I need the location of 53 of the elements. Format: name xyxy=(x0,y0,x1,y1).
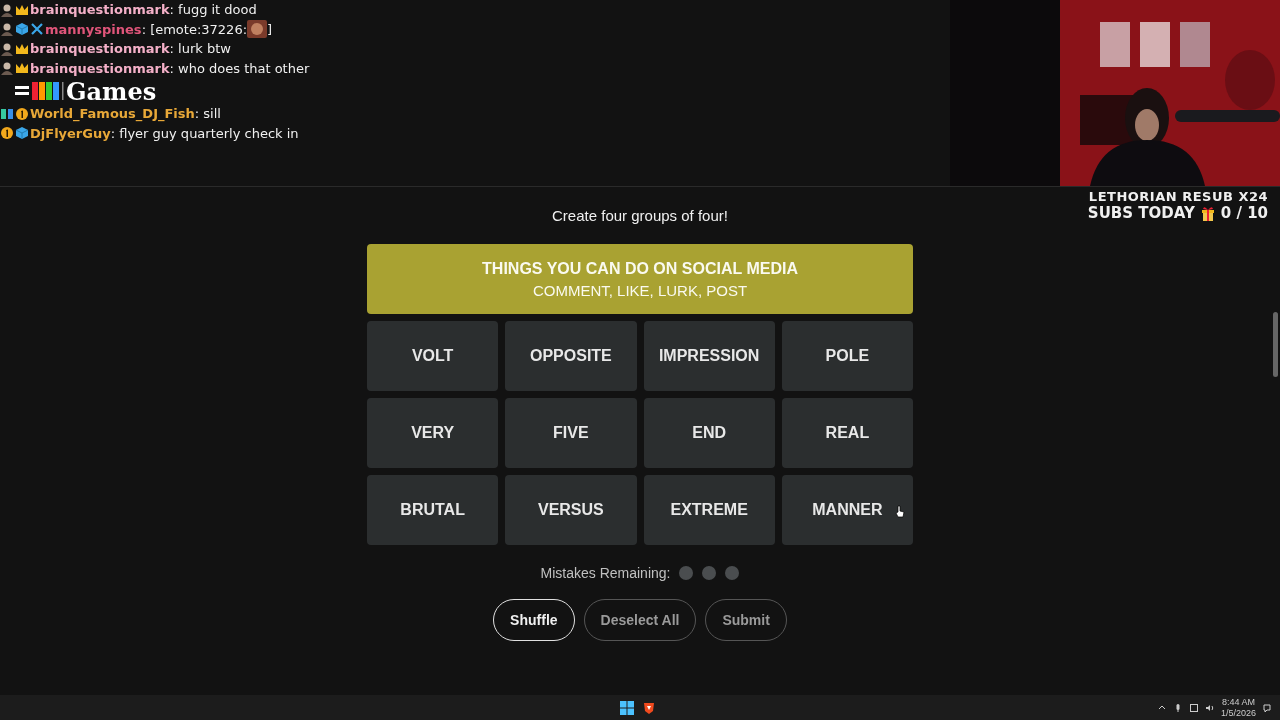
site-logo: Games xyxy=(66,76,157,106)
chat-username[interactable]: World_Famous_DJ_Fish xyxy=(30,106,195,122)
chat-message: ] xyxy=(267,21,273,37)
pixel-badge-icon xyxy=(0,106,14,121)
chat-username[interactable]: brainquestionmark xyxy=(30,2,170,18)
word-tile[interactable]: EXTREME xyxy=(643,475,775,545)
instruction-text: Create four groups of four! xyxy=(552,207,728,224)
subs-count: 0 / 10 xyxy=(1220,204,1268,222)
chat-username[interactable]: mannyspines xyxy=(45,21,142,37)
chat-username[interactable]: DjFlyerGuy xyxy=(30,125,111,141)
crown-icon xyxy=(15,61,29,76)
chat-message: : fugg it dood xyxy=(169,2,257,18)
logo-icon xyxy=(14,80,66,102)
avatar-icon xyxy=(0,2,14,17)
word-tile[interactable]: MANNER xyxy=(781,475,913,545)
cursor-icon xyxy=(895,505,905,518)
word-tile[interactable]: VERY xyxy=(367,398,499,468)
chat-message: : who does that other xyxy=(169,60,310,76)
word-tile[interactable]: END xyxy=(643,398,775,468)
word-tile[interactable]: POLE xyxy=(781,321,913,391)
avatar-icon xyxy=(0,22,14,37)
resub-text: LETHORIAN RESUB X24 xyxy=(1088,189,1268,204)
cube-icon xyxy=(15,126,29,141)
group-title: THINGS YOU CAN DO ON SOCIAL MEDIA xyxy=(482,259,798,278)
clock[interactable]: 8:44 AM 1/5/2026 xyxy=(1220,697,1256,718)
sword-icon xyxy=(30,22,44,37)
word-tile[interactable]: VERSUS xyxy=(505,475,637,545)
scrollbar[interactable] xyxy=(1273,312,1278,377)
subs-label: SUBS TODAY xyxy=(1087,204,1195,222)
number-badge-icon xyxy=(15,106,29,121)
chat-message: : [emote:37226: xyxy=(141,21,248,37)
chat-username[interactable]: brainquestionmark xyxy=(30,41,170,57)
network-icon[interactable] xyxy=(1188,702,1199,713)
chat-message: : flyer guy quarterly check in xyxy=(110,125,299,141)
windows-start-icon[interactable] xyxy=(620,700,634,715)
word-tile[interactable]: IMPRESSION xyxy=(643,321,775,391)
notification-icon[interactable] xyxy=(1262,702,1272,713)
group-words: COMMENT, LIKE, LURK, POST xyxy=(532,281,748,299)
word-tile[interactable]: FIVE xyxy=(505,398,637,468)
browser-icon[interactable] xyxy=(642,700,656,715)
cube-icon xyxy=(15,22,29,37)
chat-message: : lurk btw xyxy=(169,41,231,57)
word-tile[interactable]: OPPOSITE xyxy=(505,321,637,391)
number-badge-icon xyxy=(0,126,14,141)
word-tile[interactable]: REAL xyxy=(781,398,913,468)
word-tile[interactable]: BRUTAL xyxy=(367,475,499,545)
avatar-icon xyxy=(0,41,14,56)
chat-username[interactable]: brainquestionmark xyxy=(30,60,170,76)
mistakes-label: Mistakes Remaining: xyxy=(540,565,671,581)
chat-message: : sill xyxy=(194,106,221,122)
avatar-icon xyxy=(0,61,14,76)
word-tile[interactable]: VOLT xyxy=(367,321,499,391)
gift-icon xyxy=(1200,205,1215,221)
